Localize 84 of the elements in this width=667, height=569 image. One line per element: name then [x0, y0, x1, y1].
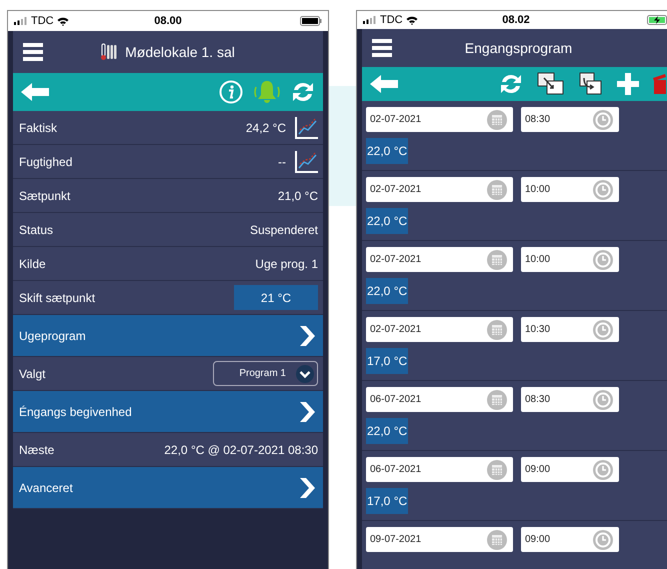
- nav-row[interactable]: Éngangs begivenhed: [13, 391, 323, 433]
- chart-icon[interactable]: [294, 150, 318, 174]
- chevron-right-icon: [299, 478, 315, 498]
- clock-icon: [593, 250, 613, 270]
- date-field[interactable]: 06-07-2021: [366, 457, 513, 482]
- row-label: Kilde: [19, 256, 47, 270]
- temperature-field[interactable]: 22,0 °C: [366, 138, 408, 164]
- row-label: Næste: [19, 442, 56, 456]
- row-value: --: [278, 154, 286, 168]
- time-field[interactable]: 10:30: [521, 317, 619, 342]
- calendar-icon: [487, 180, 507, 200]
- carrier-label: TDC: [380, 14, 403, 26]
- date-field[interactable]: 06-07-2021: [366, 387, 513, 412]
- temperature-field[interactable]: 17,0 °C: [366, 348, 408, 374]
- calendar-icon: [487, 250, 507, 270]
- nav-row[interactable]: Avanceret: [13, 467, 323, 509]
- temperature-field[interactable]: 17,0 °C: [366, 488, 408, 514]
- date-field[interactable]: 02-07-2021: [366, 177, 513, 202]
- clock-time: 08.02: [502, 14, 530, 26]
- row-label: Status: [19, 222, 54, 236]
- clock-icon: [593, 320, 613, 340]
- clock-icon: [593, 460, 613, 480]
- temperature-field[interactable]: 22,0 °C: [366, 208, 408, 234]
- menu-icon[interactable]: [23, 43, 43, 61]
- menu-icon[interactable]: [372, 38, 392, 57]
- delete-icon[interactable]: [653, 74, 667, 94]
- row-label: Skift sætpunkt: [19, 290, 96, 304]
- row-label: Fugtighed: [19, 154, 74, 168]
- row-label: Ugeprogram: [19, 328, 87, 342]
- carrier-label: TDC: [31, 15, 54, 27]
- ringing-bell-icon[interactable]: [253, 79, 281, 105]
- paste-icon[interactable]: [579, 72, 603, 96]
- signal-icon: [363, 16, 377, 24]
- row-value: Uge prog. 1: [255, 256, 318, 270]
- chevron-right-icon: [299, 402, 315, 422]
- row-value: 24,2 °C: [246, 120, 286, 134]
- clock-icon: [593, 390, 613, 410]
- time-field[interactable]: 09:00: [521, 457, 619, 482]
- signal-icon: [14, 17, 28, 25]
- date-field[interactable]: 09-07-2021: [366, 527, 513, 552]
- temperature-field[interactable]: 22,0 °C: [366, 418, 408, 444]
- screen-title: Engangsprogram: [464, 40, 572, 56]
- screen-title: Mødelokale 1. sal: [125, 44, 235, 60]
- chevron-down-icon: [296, 364, 314, 382]
- refresh-icon[interactable]: [291, 81, 315, 103]
- program-dropdown[interactable]: Program 1: [213, 361, 318, 386]
- row-label: Avanceret: [19, 480, 74, 494]
- date-field[interactable]: 02-07-2021: [366, 247, 513, 272]
- calendar-icon: [487, 320, 507, 340]
- row-label: Sætpunkt: [19, 188, 72, 202]
- time-field[interactable]: 08:30: [521, 107, 619, 132]
- time-field[interactable]: 10:00: [521, 177, 619, 202]
- refresh-icon[interactable]: [499, 72, 523, 95]
- wifi-icon: [56, 16, 69, 26]
- info-icon[interactable]: [219, 80, 243, 104]
- row-label: Éngangs begivenhed: [19, 404, 133, 418]
- row-label: Faktisk: [19, 120, 58, 134]
- row-value: Suspenderet: [250, 222, 318, 236]
- date-field[interactable]: 02-07-2021: [366, 317, 513, 342]
- chart-icon[interactable]: [294, 116, 318, 140]
- time-field[interactable]: 09:00: [521, 527, 619, 552]
- clock-icon: [593, 530, 613, 550]
- calendar-icon: [487, 110, 507, 130]
- setpoint-field[interactable]: 21 °C: [234, 285, 318, 310]
- wifi-icon: [406, 16, 418, 24]
- clock-time: 08.00: [154, 15, 182, 27]
- nav-row[interactable]: Ugeprogram: [13, 315, 323, 357]
- back-arrow-icon[interactable]: [370, 74, 398, 93]
- copy-icon[interactable]: [537, 72, 565, 96]
- clock-icon: [593, 110, 613, 130]
- date-field[interactable]: 02-07-2021: [366, 107, 513, 132]
- plus-icon[interactable]: [617, 72, 639, 95]
- calendar-icon: [487, 460, 507, 480]
- row-label: Valgt: [19, 366, 46, 380]
- clock-icon: [593, 180, 613, 200]
- row-value: 22,0 °C @ 02-07-2021 08:30: [164, 442, 318, 456]
- time-field[interactable]: 08:30: [521, 387, 619, 412]
- calendar-icon: [487, 390, 507, 410]
- row-value: 21,0 °C: [278, 188, 318, 202]
- calendar-icon: [487, 530, 507, 550]
- back-arrow-icon[interactable]: [21, 83, 49, 101]
- chevron-right-icon: [299, 326, 315, 346]
- temperature-field[interactable]: 22,0 °C: [366, 278, 408, 304]
- time-field[interactable]: 10:00: [521, 247, 619, 272]
